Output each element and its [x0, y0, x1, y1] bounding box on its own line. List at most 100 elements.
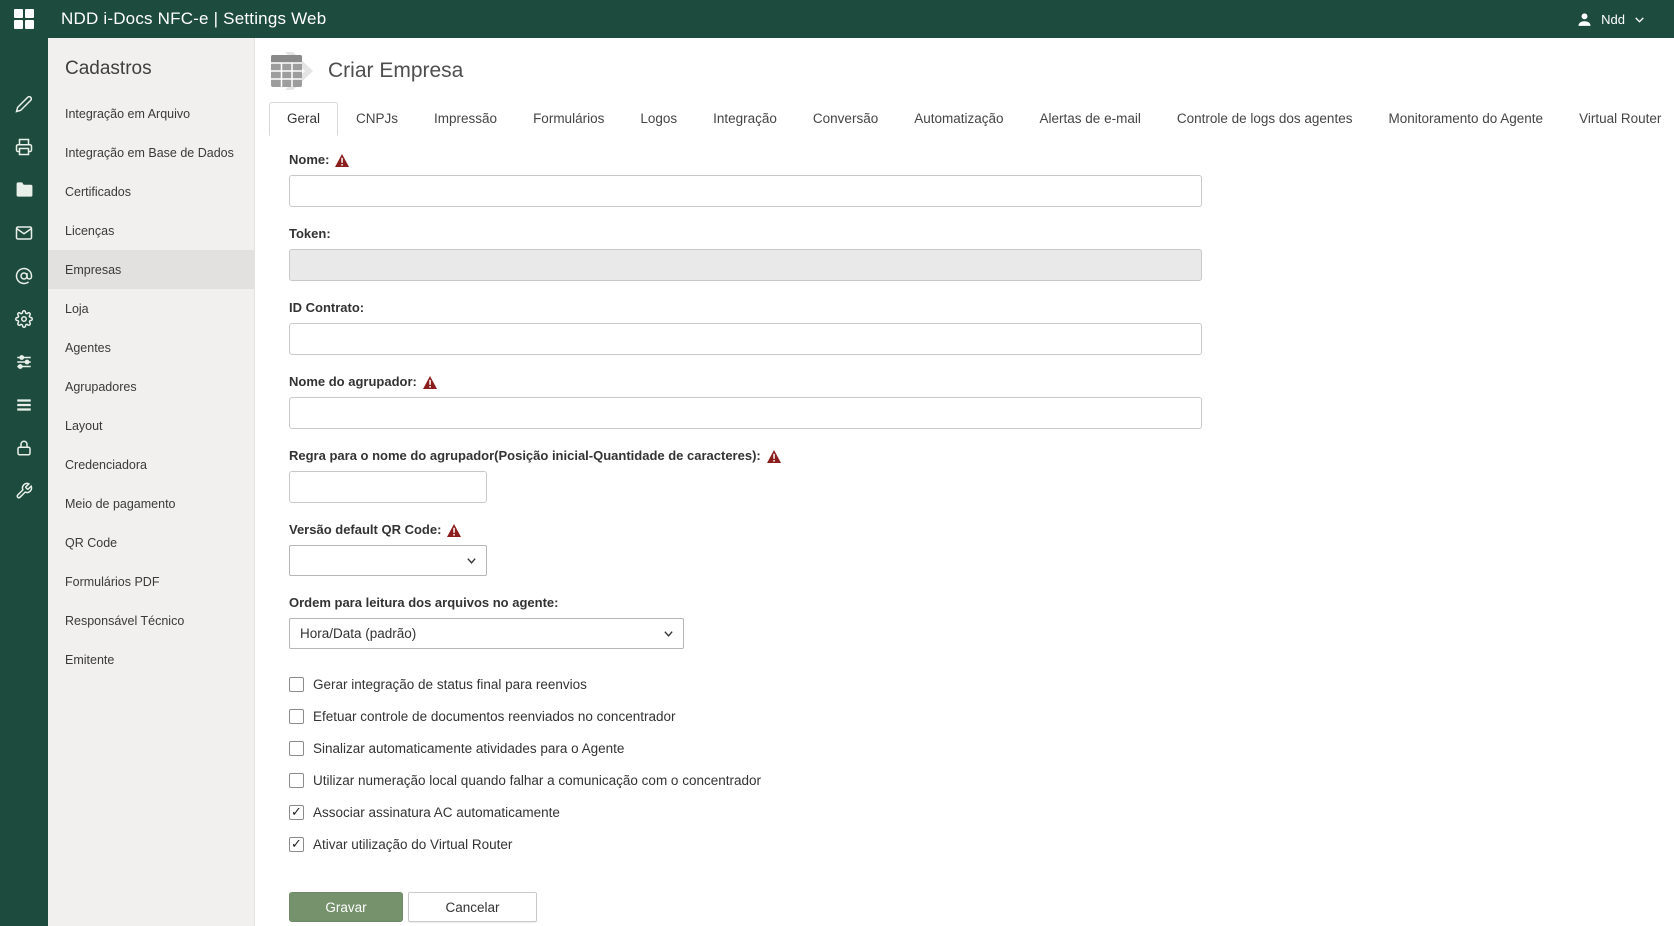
- at-sign-icon[interactable]: [0, 254, 48, 297]
- list-bars-icon[interactable]: [0, 383, 48, 426]
- cancel-button[interactable]: Cancelar: [408, 892, 537, 922]
- token-input: [289, 249, 1202, 281]
- page-header: Criar Empresa: [269, 48, 1674, 94]
- option-row: Ativar utilização do Virtual Router: [289, 828, 1674, 860]
- required-warning-icon: [335, 154, 349, 167]
- sidebar-item-integracao-em-arquivo[interactable]: Integração em Arquivo: [48, 94, 254, 133]
- app-logo-icon[interactable]: [0, 9, 48, 29]
- form-actions: Gravar Cancelar: [289, 892, 1674, 922]
- topbar: NDD i-Docs NFC-e | Settings Web Ndd: [0, 0, 1674, 38]
- sidebar-item-loja[interactable]: Loja: [48, 289, 254, 328]
- required-warning-icon: [447, 524, 461, 537]
- page-title: Criar Empresa: [328, 59, 463, 83]
- checkbox-label: Associar assinatura AC automaticamente: [313, 805, 560, 820]
- pen-icon[interactable]: [0, 82, 48, 125]
- tab-controle-de-logs-dos-agentes[interactable]: Controle de logs dos agentes: [1159, 102, 1371, 136]
- field-id-contrato: ID Contrato:: [289, 300, 1674, 355]
- required-warning-icon: [423, 376, 437, 389]
- tab-logos[interactable]: Logos: [622, 102, 695, 136]
- create-company-form: Nome: Token: ID Contrato: Nome do agrupa…: [269, 152, 1674, 922]
- versao-qr-code-label: Versão default QR Code:: [289, 522, 1674, 538]
- sidebar-item-qr-code[interactable]: QR Code: [48, 523, 254, 562]
- sidebar-item-certificados[interactable]: Certificados: [48, 172, 254, 211]
- checkbox-label: Sinalizar automaticamente atividades par…: [313, 741, 624, 756]
- tab-cnpjs[interactable]: CNPJs: [338, 102, 416, 136]
- field-token: Token:: [289, 226, 1674, 281]
- save-button[interactable]: Gravar: [289, 892, 403, 922]
- sidebar-item-licencas[interactable]: Licenças: [48, 211, 254, 250]
- sidebar-item-agentes[interactable]: Agentes: [48, 328, 254, 367]
- chevron-down-icon: [466, 555, 477, 566]
- folder-open-icon[interactable]: [0, 168, 48, 211]
- id-contrato-label: ID Contrato:: [289, 300, 1674, 316]
- nome-input[interactable]: [289, 175, 1202, 207]
- tab-automatizacao[interactable]: Automatização: [896, 102, 1021, 136]
- tab-impressao[interactable]: Impressão: [416, 102, 515, 136]
- sidebar-item-layout[interactable]: Layout: [48, 406, 254, 445]
- user-menu[interactable]: Ndd: [1576, 11, 1646, 28]
- regra-agrupador-label: Regra para o nome do agrupador(Posição i…: [289, 448, 1674, 464]
- sidebar-item-agrupadores[interactable]: Agrupadores: [48, 367, 254, 406]
- printer-icon[interactable]: [0, 125, 48, 168]
- tab-geral[interactable]: Geral: [269, 102, 338, 136]
- icon-rail: [0, 38, 48, 926]
- tab-alertas-de-email[interactable]: Alertas de e-mail: [1022, 102, 1159, 136]
- token-label: Token:: [289, 226, 1674, 242]
- sliders-icon[interactable]: [0, 340, 48, 383]
- user-name: Ndd: [1601, 12, 1625, 27]
- sidebar: Cadastros Integração em Arquivo Integraç…: [48, 38, 255, 926]
- versao-qr-code-select[interactable]: [289, 545, 487, 576]
- nome-do-agrupador-label: Nome do agrupador:: [289, 374, 1674, 390]
- checkbox-label: Ativar utilização do Virtual Router: [313, 837, 512, 852]
- nome-label: Nome:: [289, 152, 1674, 168]
- checkbox-sinalizar-atividades-agente[interactable]: [289, 741, 304, 756]
- option-row: Gerar integração de status final para re…: [289, 668, 1674, 700]
- ordem-leitura-select[interactable]: Hora/Data (padrão): [289, 618, 684, 649]
- chevron-down-icon: [663, 628, 674, 639]
- required-warning-icon: [767, 450, 781, 463]
- user-icon: [1576, 11, 1593, 28]
- field-versao-qr-code: Versão default QR Code:: [289, 522, 1674, 576]
- checkbox-label: Gerar integração de status final para re…: [313, 677, 587, 692]
- lock-icon[interactable]: [0, 426, 48, 469]
- tab-monitoramento-do-agente[interactable]: Monitoramento do Agente: [1370, 102, 1561, 136]
- tab-virtual-router[interactable]: Virtual Router: [1561, 102, 1674, 136]
- checkbox-ativar-virtual-router[interactable]: [289, 837, 304, 852]
- tab-integracao[interactable]: Integração: [695, 102, 795, 136]
- sidebar-item-integracao-em-base-de-dados[interactable]: Integração em Base de Dados: [48, 133, 254, 172]
- sidebar-item-empresas[interactable]: Empresas: [48, 250, 254, 289]
- checkbox-label: Efetuar controle de documentos reenviado…: [313, 709, 675, 724]
- checkbox-efetuar-controle-documentos[interactable]: [289, 709, 304, 724]
- company-grid-icon: [269, 51, 315, 91]
- mail-icon[interactable]: [0, 211, 48, 254]
- checkbox-label: Utilizar numeração local quando falhar a…: [313, 773, 761, 788]
- option-row: Utilizar numeração local quando falhar a…: [289, 764, 1674, 796]
- checkbox-utilizar-numeracao-local[interactable]: [289, 773, 304, 788]
- app-title: NDD i-Docs NFC-e | Settings Web: [61, 9, 326, 29]
- tab-bar: Geral CNPJs Impressão Formulários Logos …: [269, 102, 1674, 136]
- checkbox-gerar-integracao-status-final[interactable]: [289, 677, 304, 692]
- option-row: Sinalizar automaticamente atividades par…: [289, 732, 1674, 764]
- ordem-leitura-value: Hora/Data (padrão): [300, 626, 416, 641]
- sidebar-item-emitente[interactable]: Emitente: [48, 640, 254, 679]
- tab-formularios[interactable]: Formulários: [515, 102, 622, 136]
- nome-do-agrupador-input[interactable]: [289, 397, 1202, 429]
- wrench-icon[interactable]: [0, 469, 48, 512]
- regra-agrupador-input[interactable]: [289, 471, 487, 503]
- option-row: Associar assinatura AC automaticamente: [289, 796, 1674, 828]
- sidebar-item-formularios-pdf[interactable]: Formulários PDF: [48, 562, 254, 601]
- field-nome: Nome:: [289, 152, 1674, 207]
- main-content: Criar Empresa Geral CNPJs Impressão Form…: [255, 38, 1674, 926]
- sidebar-item-responsavel-tecnico[interactable]: Responsável Técnico: [48, 601, 254, 640]
- gear-icon[interactable]: [0, 297, 48, 340]
- options-group: Gerar integração de status final para re…: [289, 668, 1674, 860]
- sidebar-item-credenciadora[interactable]: Credenciadora: [48, 445, 254, 484]
- field-nome-do-agrupador: Nome do agrupador:: [289, 374, 1674, 429]
- chevron-down-icon: [1633, 13, 1646, 26]
- sidebar-item-meio-de-pagamento[interactable]: Meio de pagamento: [48, 484, 254, 523]
- checkbox-associar-assinatura-ac[interactable]: [289, 805, 304, 820]
- sidebar-menu: Integração em Arquivo Integração em Base…: [48, 94, 254, 679]
- field-regra-agrupador: Regra para o nome do agrupador(Posição i…: [289, 448, 1674, 503]
- tab-conversao[interactable]: Conversão: [795, 102, 896, 136]
- id-contrato-input[interactable]: [289, 323, 1202, 355]
